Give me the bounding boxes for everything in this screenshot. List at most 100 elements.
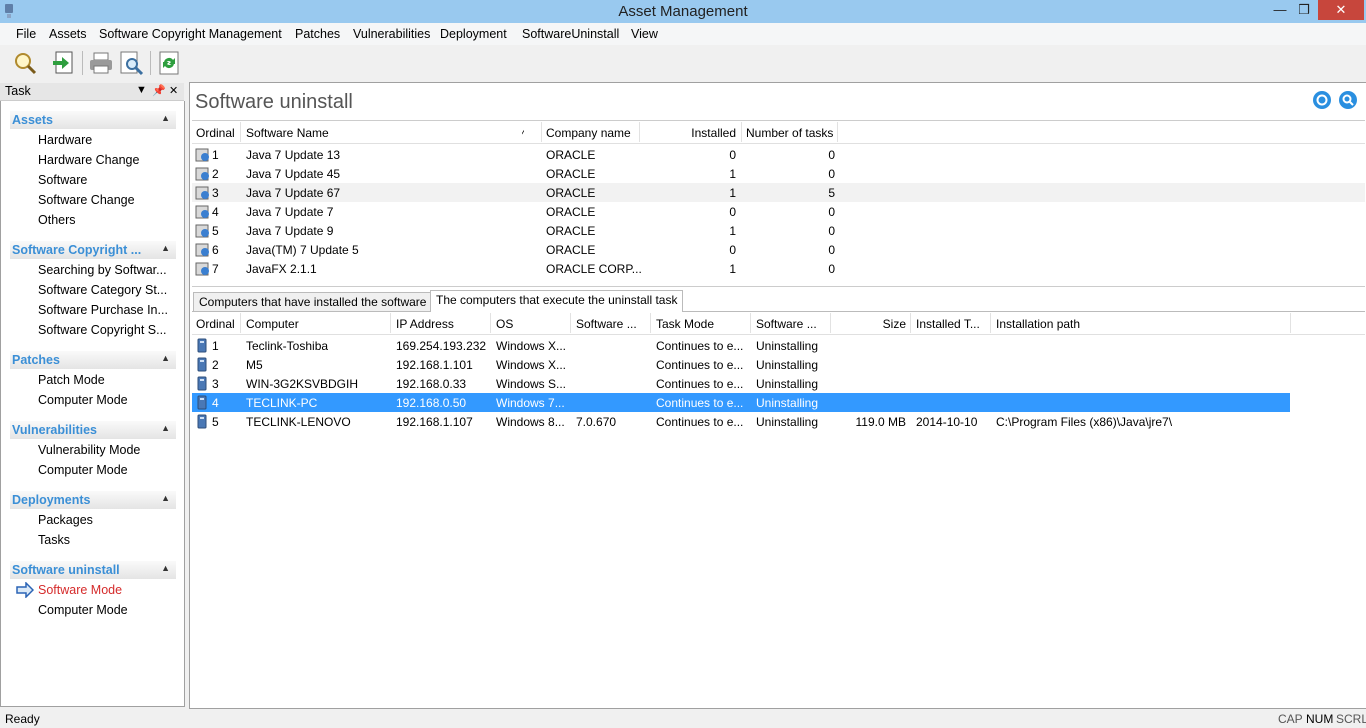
tab-uninstall-task-computers[interactable]: The computers that execute the uninstall… — [430, 290, 684, 312]
task-item-computer-mode[interactable]: Computer Mode — [38, 393, 128, 407]
column-header-ordinal[interactable]: Ordinal — [196, 317, 235, 331]
table-row[interactable]: 4 Java 7 Update 7 ORACLE 0 0 — [192, 202, 1365, 221]
column-separator[interactable] — [639, 122, 640, 142]
table-row[interactable]: 5 Java 7 Update 9 ORACLE 1 0 — [192, 221, 1365, 240]
table-row[interactable]: 7 JavaFX 2.1.1 ORACLE CORP... 1 0 — [192, 259, 1365, 278]
column-separator[interactable] — [240, 122, 241, 142]
task-item-software-category[interactable]: Software Category St... — [38, 283, 167, 297]
table-row[interactable]: 3 WIN-3G2KSVBDGIH 192.168.0.33 Windows S… — [192, 374, 1290, 393]
menu-view[interactable]: View — [631, 27, 658, 41]
column-separator[interactable] — [741, 122, 742, 142]
refresh-icon[interactable] — [156, 50, 182, 76]
column-separator[interactable] — [240, 313, 241, 333]
column-header-number-of-tasks[interactable]: Number of tasks — [746, 126, 833, 140]
menu-patches[interactable]: Patches — [295, 27, 340, 41]
column-header-ordinal[interactable]: Ordinal — [196, 126, 235, 140]
task-item-hardware-change[interactable]: Hardware Change — [38, 153, 139, 167]
task-item-tasks[interactable]: Tasks — [38, 533, 70, 547]
close-icon[interactable]: ✕ — [169, 84, 178, 97]
column-header-installed-time[interactable]: Installed T... — [916, 317, 980, 331]
menu-vulnerabilities[interactable]: Vulnerabilities — [353, 27, 430, 41]
task-item-others[interactable]: Others — [38, 213, 76, 227]
print-preview-icon[interactable] — [118, 50, 144, 76]
column-header-size[interactable]: Size — [836, 317, 906, 331]
table-row[interactable]: 2 Java 7 Update 45 ORACLE 1 0 — [192, 164, 1365, 183]
search-icon[interactable] — [12, 50, 38, 76]
maximize-button[interactable]: ❒ — [1292, 0, 1316, 20]
task-item-software[interactable]: Software — [38, 173, 87, 187]
column-separator[interactable] — [390, 313, 391, 333]
task-item-computer-mode[interactable]: Computer Mode — [38, 463, 128, 477]
task-item-software-purchase[interactable]: Software Purchase In... — [38, 303, 168, 317]
table-row[interactable]: 1 Teclink-Toshiba 169.254.193.232 Window… — [192, 336, 1290, 355]
task-item-software-copyright[interactable]: Software Copyright S... — [38, 323, 167, 337]
group-patches[interactable]: Patches ▲ — [10, 351, 176, 369]
menu-software-uninstall[interactable]: SoftwareUninstall — [522, 27, 619, 41]
table-row[interactable]: 3 Java 7 Update 67 ORACLE 1 5 — [192, 183, 1365, 202]
task-item-packages[interactable]: Packages — [38, 513, 93, 527]
tab-installed-computers[interactable]: Computers that have installed the softwa… — [193, 292, 433, 311]
column-separator[interactable] — [570, 313, 571, 333]
group-software-copyright[interactable]: Software Copyright ... ▲ — [10, 241, 176, 259]
column-separator[interactable] — [830, 313, 831, 333]
column-header-task-mode[interactable]: Task Mode — [656, 317, 714, 331]
software-package-icon — [195, 224, 209, 238]
search-circle-icon[interactable] — [1338, 90, 1358, 110]
export-icon[interactable] — [50, 50, 76, 76]
collapse-icon[interactable]: ▲ — [161, 113, 170, 123]
collapse-icon[interactable]: ▲ — [161, 493, 170, 503]
column-separator[interactable] — [990, 313, 991, 333]
collapse-icon[interactable]: ▲ — [161, 353, 170, 363]
column-separator[interactable] — [1290, 313, 1291, 333]
column-header-ip-address[interactable]: IP Address — [396, 317, 454, 331]
column-header-installed[interactable]: Installed — [644, 126, 736, 140]
close-button[interactable]: ✕ — [1318, 0, 1364, 20]
dropdown-icon[interactable]: ▼ — [136, 84, 147, 96]
group-assets[interactable]: Assets ▲ — [10, 111, 176, 129]
refresh-circle-icon[interactable] — [1312, 90, 1332, 110]
column-separator[interactable] — [910, 313, 911, 333]
print-icon[interactable] — [88, 50, 114, 76]
menu-assets[interactable]: Assets — [49, 27, 87, 41]
table-row[interactable]: 2 M5 192.168.1.101 Windows X... Continue… — [192, 355, 1290, 374]
collapse-icon[interactable]: ▲ — [161, 243, 170, 253]
group-vulnerabilities[interactable]: Vulnerabilities ▲ — [10, 421, 176, 439]
table-row-selected[interactable]: 4 TECLINK-PC 192.168.0.50 Windows 7... C… — [192, 393, 1290, 412]
column-header-installation-path[interactable]: Installation path — [996, 317, 1080, 331]
column-header-company-name[interactable]: Company name — [546, 126, 631, 140]
column-header-computer[interactable]: Computer — [246, 317, 299, 331]
column-header-software-name[interactable]: Software Name — [246, 126, 329, 140]
group-software-uninstall[interactable]: Software uninstall ▲ — [10, 561, 176, 579]
cell-computer: M5 — [246, 358, 263, 372]
menu-deployment[interactable]: Deployment — [440, 27, 507, 41]
cell-ip-address: 192.168.0.33 — [396, 377, 467, 391]
column-separator[interactable] — [837, 122, 838, 142]
collapse-icon[interactable]: ▲ — [161, 563, 170, 573]
menu-software-copyright[interactable]: Software Copyright Management — [99, 27, 282, 41]
column-separator[interactable] — [650, 313, 651, 333]
task-item-vulnerability-mode[interactable]: Vulnerability Mode — [38, 443, 140, 457]
table-row[interactable]: 5 TECLINK-LENOVO 192.168.1.107 Windows 8… — [192, 412, 1290, 431]
column-header-os[interactable]: OS — [496, 317, 513, 331]
cell-ip-address: 192.168.0.50 — [396, 396, 467, 410]
cell-ip-address: 192.168.1.107 — [396, 415, 473, 429]
task-item-patch-mode[interactable]: Patch Mode — [38, 373, 105, 387]
column-separator[interactable] — [750, 313, 751, 333]
column-header-software-status[interactable]: Software ... — [756, 317, 817, 331]
collapse-icon[interactable]: ▲ — [161, 423, 170, 433]
table-row[interactable]: 1 Java 7 Update 13 ORACLE 0 0 — [192, 145, 1365, 164]
page-title: Software uninstall — [195, 91, 353, 113]
column-separator[interactable] — [490, 313, 491, 333]
minimize-button[interactable]: — — [1268, 0, 1292, 20]
pin-icon[interactable]: 📌 — [152, 84, 166, 97]
menu-file[interactable]: File — [16, 27, 36, 41]
task-item-software-mode[interactable]: Software Mode — [38, 583, 122, 597]
group-deployments[interactable]: Deployments ▲ — [10, 491, 176, 509]
task-item-computer-mode[interactable]: Computer Mode — [38, 603, 128, 617]
task-item-searching-by-software[interactable]: Searching by Softwar... — [38, 263, 167, 277]
column-separator[interactable] — [541, 122, 542, 142]
task-item-hardware[interactable]: Hardware — [38, 133, 92, 147]
column-header-software-version[interactable]: Software ... — [576, 317, 637, 331]
table-row[interactable]: 6 Java(TM) 7 Update 5 ORACLE 0 0 — [192, 240, 1365, 259]
task-item-software-change[interactable]: Software Change — [38, 193, 135, 207]
